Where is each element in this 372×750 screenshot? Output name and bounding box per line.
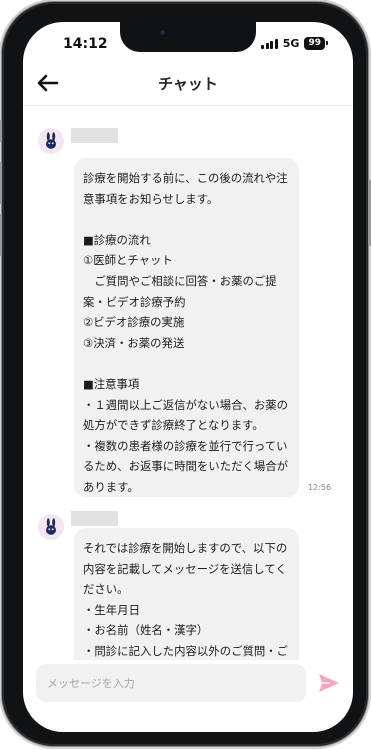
phone-frame: 14:12 5G 99 チャット 診療を開始する前に、この後の流れや注意事項をお… (0, 2, 371, 746)
message-bubble-2: それでは診療を開始しますので、以下の内容を記載してメッセージを送信してください。… (74, 528, 299, 660)
message-input[interactable] (36, 664, 306, 702)
signal-icon (261, 38, 278, 49)
volume-up-button (0, 162, 2, 204)
volume-down-button (0, 214, 2, 256)
screen: 14:12 5G 99 チャット 診療を開始する前に、この後の流れや注意事項をお… (23, 22, 353, 732)
send-icon (319, 674, 339, 692)
avatar (38, 128, 64, 154)
page-title: チャット (158, 75, 218, 93)
network-label: 5G (282, 37, 300, 50)
status-time: 14:12 (63, 36, 108, 52)
battery-icon: 99 (304, 37, 328, 50)
notch (120, 22, 256, 52)
send-button[interactable] (318, 673, 340, 693)
message-list[interactable]: 診療を開始する前に、この後の流れや注意事項をお知らせします。 ■診療の流れ ①医… (23, 106, 353, 660)
rabbit-icon (46, 518, 56, 535)
avatar (38, 514, 64, 540)
camera-icon (158, 28, 167, 37)
mute-switch (0, 120, 2, 142)
chat-header: チャット (23, 60, 353, 106)
rabbit-icon (46, 132, 56, 149)
message-bubble-1: 診療を開始する前に、この後の流れや注意事項をお知らせします。 ■診療の流れ ①医… (74, 158, 299, 497)
sender-name (71, 128, 118, 143)
status-indicators: 5G 99 (261, 37, 328, 50)
sender-name (71, 511, 118, 526)
power-button (368, 180, 371, 246)
message-time-1: 12:56 (308, 483, 332, 492)
